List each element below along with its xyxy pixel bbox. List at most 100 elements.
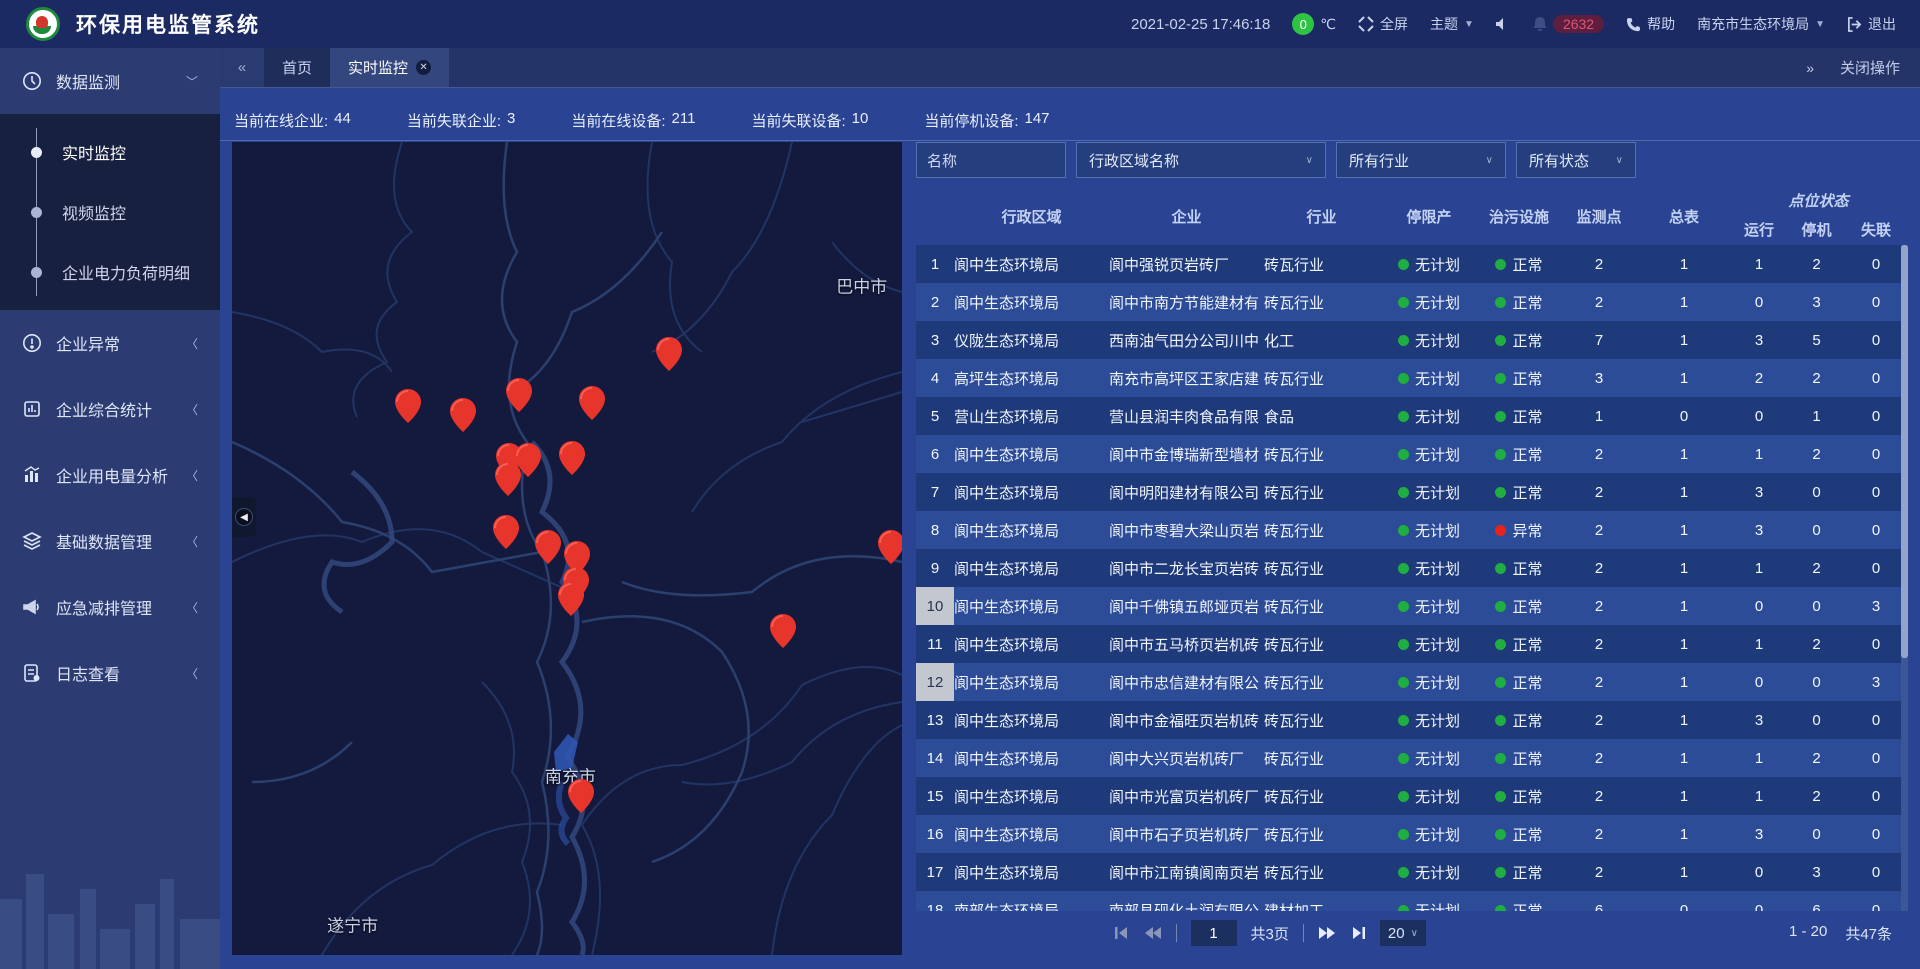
row-number: 9	[916, 549, 954, 587]
help-button[interactable]: 帮助	[1626, 14, 1675, 34]
tab-home[interactable]: 首页	[264, 48, 330, 87]
map-pin-icon[interactable]	[568, 779, 594, 813]
table-row[interactable]: 13阆中生态环境局阆中市金福旺页岩机砖砖瓦行业无计划正常21300	[916, 701, 1908, 739]
table-row[interactable]: 3仪陇生态环境局西南油气田分公司川中化工无计划正常71350	[916, 321, 1908, 359]
cell-facility-status: 正常	[1479, 739, 1559, 777]
close-operations-button[interactable]: 关闭操作	[1840, 57, 1900, 78]
cell-stopped: 2	[1789, 549, 1844, 587]
sidebar-item-power-usage-analysis[interactable]: 企业用电量分析 〈	[0, 442, 220, 508]
tabs-scroll-right-button[interactable]: »	[1806, 60, 1814, 76]
cell-total: 0	[1639, 891, 1729, 911]
next-page-icon	[1318, 926, 1336, 940]
map-collapse-handle[interactable]: ◀	[232, 497, 256, 537]
scrollbar-thumb[interactable]	[1901, 245, 1908, 658]
first-page-button[interactable]	[1114, 926, 1130, 940]
close-icon[interactable]: ✕	[416, 60, 431, 75]
status-dot-icon	[1495, 677, 1506, 688]
notifications-button[interactable]: 2632	[1533, 15, 1604, 33]
sidebar-item-enterprise-abnormal[interactable]: 企业异常 〈	[0, 310, 220, 376]
status-dot-icon	[1398, 639, 1409, 650]
sidebar-item-data-monitoring[interactable]: 数据监测 ﹀	[0, 48, 220, 114]
cell-total: 1	[1639, 853, 1729, 891]
cell-points: 2	[1559, 549, 1639, 587]
row-number: 17	[916, 853, 954, 891]
sidebar-item-enterprise-statistics[interactable]: 企业综合统计 〈	[0, 376, 220, 442]
cell-stopped: 5	[1789, 321, 1844, 359]
map-pin-icon[interactable]	[559, 441, 585, 475]
map-pin-icon[interactable]	[656, 337, 682, 371]
statistics-icon	[22, 399, 42, 419]
cell-total: 1	[1639, 815, 1729, 853]
cell-facility-status: 正常	[1479, 321, 1559, 359]
region-filter-select[interactable]: 行政区域名称 ∨	[1076, 142, 1326, 178]
table-row[interactable]: 18南部生态环境局南部县砚化土润有限公建材加工无计划正常60060	[916, 891, 1908, 911]
chevron-left-icon: 〈	[186, 335, 198, 352]
page-size-select[interactable]: 20 ∨	[1380, 920, 1426, 946]
sidebar-item-basic-data-management[interactable]: 基础数据管理 〈	[0, 508, 220, 574]
table-row[interactable]: 10阆中生态环境局阆中千佛镇五郎垭页岩砖瓦行业无计划正常21003	[916, 587, 1908, 625]
table-row[interactable]: 15阆中生态环境局阆中市光富页岩机砖厂砖瓦行业无计划正常21120	[916, 777, 1908, 815]
map-pin-icon[interactable]	[558, 582, 584, 616]
table-row[interactable]: 4高坪生态环境局南充市高坪区王家店建砖瓦行业无计划正常31220	[916, 359, 1908, 397]
divider	[1303, 924, 1304, 942]
map-pin-icon[interactable]	[506, 378, 532, 412]
sidebar-item-realtime-monitoring[interactable]: 实时监控	[0, 122, 220, 182]
sidebar-item-power-load-detail[interactable]: 企业电力负荷明细	[0, 242, 220, 302]
tabs-scroll-left-button[interactable]: «	[220, 48, 264, 87]
cell-total: 1	[1639, 511, 1729, 549]
map-pin-icon[interactable]	[535, 530, 561, 564]
map-pin-icon[interactable]	[579, 386, 605, 420]
sidebar-item-log-view[interactable]: 日志查看 〈	[0, 640, 220, 706]
cell-run: 0	[1729, 891, 1789, 911]
cell-industry: 砖瓦行业	[1264, 739, 1379, 777]
prev-page-button[interactable]	[1144, 926, 1162, 940]
cell-enterprise: 阆中市江南镇阆南页岩	[1109, 853, 1264, 891]
map-pin-icon[interactable]	[395, 389, 421, 423]
map-pin-icon[interactable]	[493, 515, 519, 549]
sound-button[interactable]	[1496, 17, 1511, 31]
table-row[interactable]: 7阆中生态环境局阆中明阳建材有限公司砖瓦行业无计划正常21300	[916, 473, 1908, 511]
sidebar-item-video-monitoring[interactable]: 视频监控	[0, 182, 220, 242]
table-row[interactable]: 2阆中生态环境局阆中市南方节能建材有砖瓦行业无计划正常21030	[916, 283, 1908, 321]
user-menu[interactable]: 南充市生态环境局 ▼	[1697, 14, 1825, 34]
name-filter-input[interactable]: 名称	[916, 142, 1066, 178]
cell-stopped: 0	[1789, 815, 1844, 853]
table-row[interactable]: 11阆中生态环境局阆中市五马桥页岩机砖砖瓦行业无计划正常21120	[916, 625, 1908, 663]
chevron-down-icon: ﹀	[186, 73, 198, 90]
page-number-input[interactable]	[1191, 920, 1237, 946]
table-scrollbar[interactable]	[1901, 245, 1908, 911]
tab-realtime-monitoring[interactable]: 实时监控 ✕	[330, 48, 449, 87]
map-pin-icon[interactable]	[878, 530, 902, 564]
last-page-button[interactable]	[1350, 926, 1366, 940]
fullscreen-button[interactable]: 全屏	[1358, 14, 1408, 34]
table-row[interactable]: 6阆中生态环境局阆中市金博瑞新型墙材砖瓦行业无计划正常21120	[916, 435, 1908, 473]
table-row[interactable]: 12阆中生态环境局阆中市忠信建材有限公砖瓦行业无计划正常21003	[916, 663, 1908, 701]
range-label: 1 - 20	[1789, 923, 1827, 944]
logout-icon	[1847, 17, 1862, 32]
theme-dropdown[interactable]: 主题 ▼	[1430, 14, 1474, 34]
next-page-button[interactable]	[1318, 926, 1336, 940]
table-row[interactable]: 9阆中生态环境局阆中市二龙长宝页岩砖砖瓦行业无计划正常21120	[916, 549, 1908, 587]
table-row[interactable]: 17阆中生态环境局阆中市江南镇阆南页岩砖瓦行业无计划正常21030	[916, 853, 1908, 891]
cell-facility-status: 正常	[1479, 397, 1559, 435]
status-filter-select[interactable]: 所有状态 ∨	[1516, 142, 1636, 178]
table-row[interactable]: 8阆中生态环境局阆中市枣碧大梁山页岩砖瓦行业无计划异常21300	[916, 511, 1908, 549]
status-dot-icon	[1398, 715, 1409, 726]
logout-button[interactable]: 退出	[1847, 14, 1896, 34]
table-row[interactable]: 1阆中生态环境局阆中强锐页岩砖厂砖瓦行业无计划正常21120	[916, 245, 1908, 283]
industry-filter-select[interactable]: 所有行业 ∨	[1336, 142, 1506, 178]
map-pin-icon[interactable]	[770, 614, 796, 648]
table-row[interactable]: 14阆中生态环境局阆中大兴页岩机砖厂砖瓦行业无计划正常21120	[916, 739, 1908, 777]
map-pin-icon[interactable]	[495, 462, 521, 496]
sidebar-item-emergency-reduction[interactable]: 应急减排管理 〈	[0, 574, 220, 640]
row-number: 5	[916, 397, 954, 435]
col-run: 运行	[1729, 213, 1789, 245]
cell-total: 1	[1639, 663, 1729, 701]
map-panel[interactable]: 巴中市南充市遂宁市 ◀	[232, 142, 902, 955]
cell-stop-status: 无计划	[1379, 777, 1479, 815]
map-pin-icon[interactable]	[450, 398, 476, 432]
table-row[interactable]: 16阆中生态环境局阆中市石子页岩机砖厂砖瓦行业无计划正常21300	[916, 815, 1908, 853]
cell-points: 2	[1559, 473, 1639, 511]
cell-region: 阆中生态环境局	[954, 283, 1109, 321]
table-row[interactable]: 5营山生态环境局营山县润丰肉食品有限食品无计划正常10010	[916, 397, 1908, 435]
